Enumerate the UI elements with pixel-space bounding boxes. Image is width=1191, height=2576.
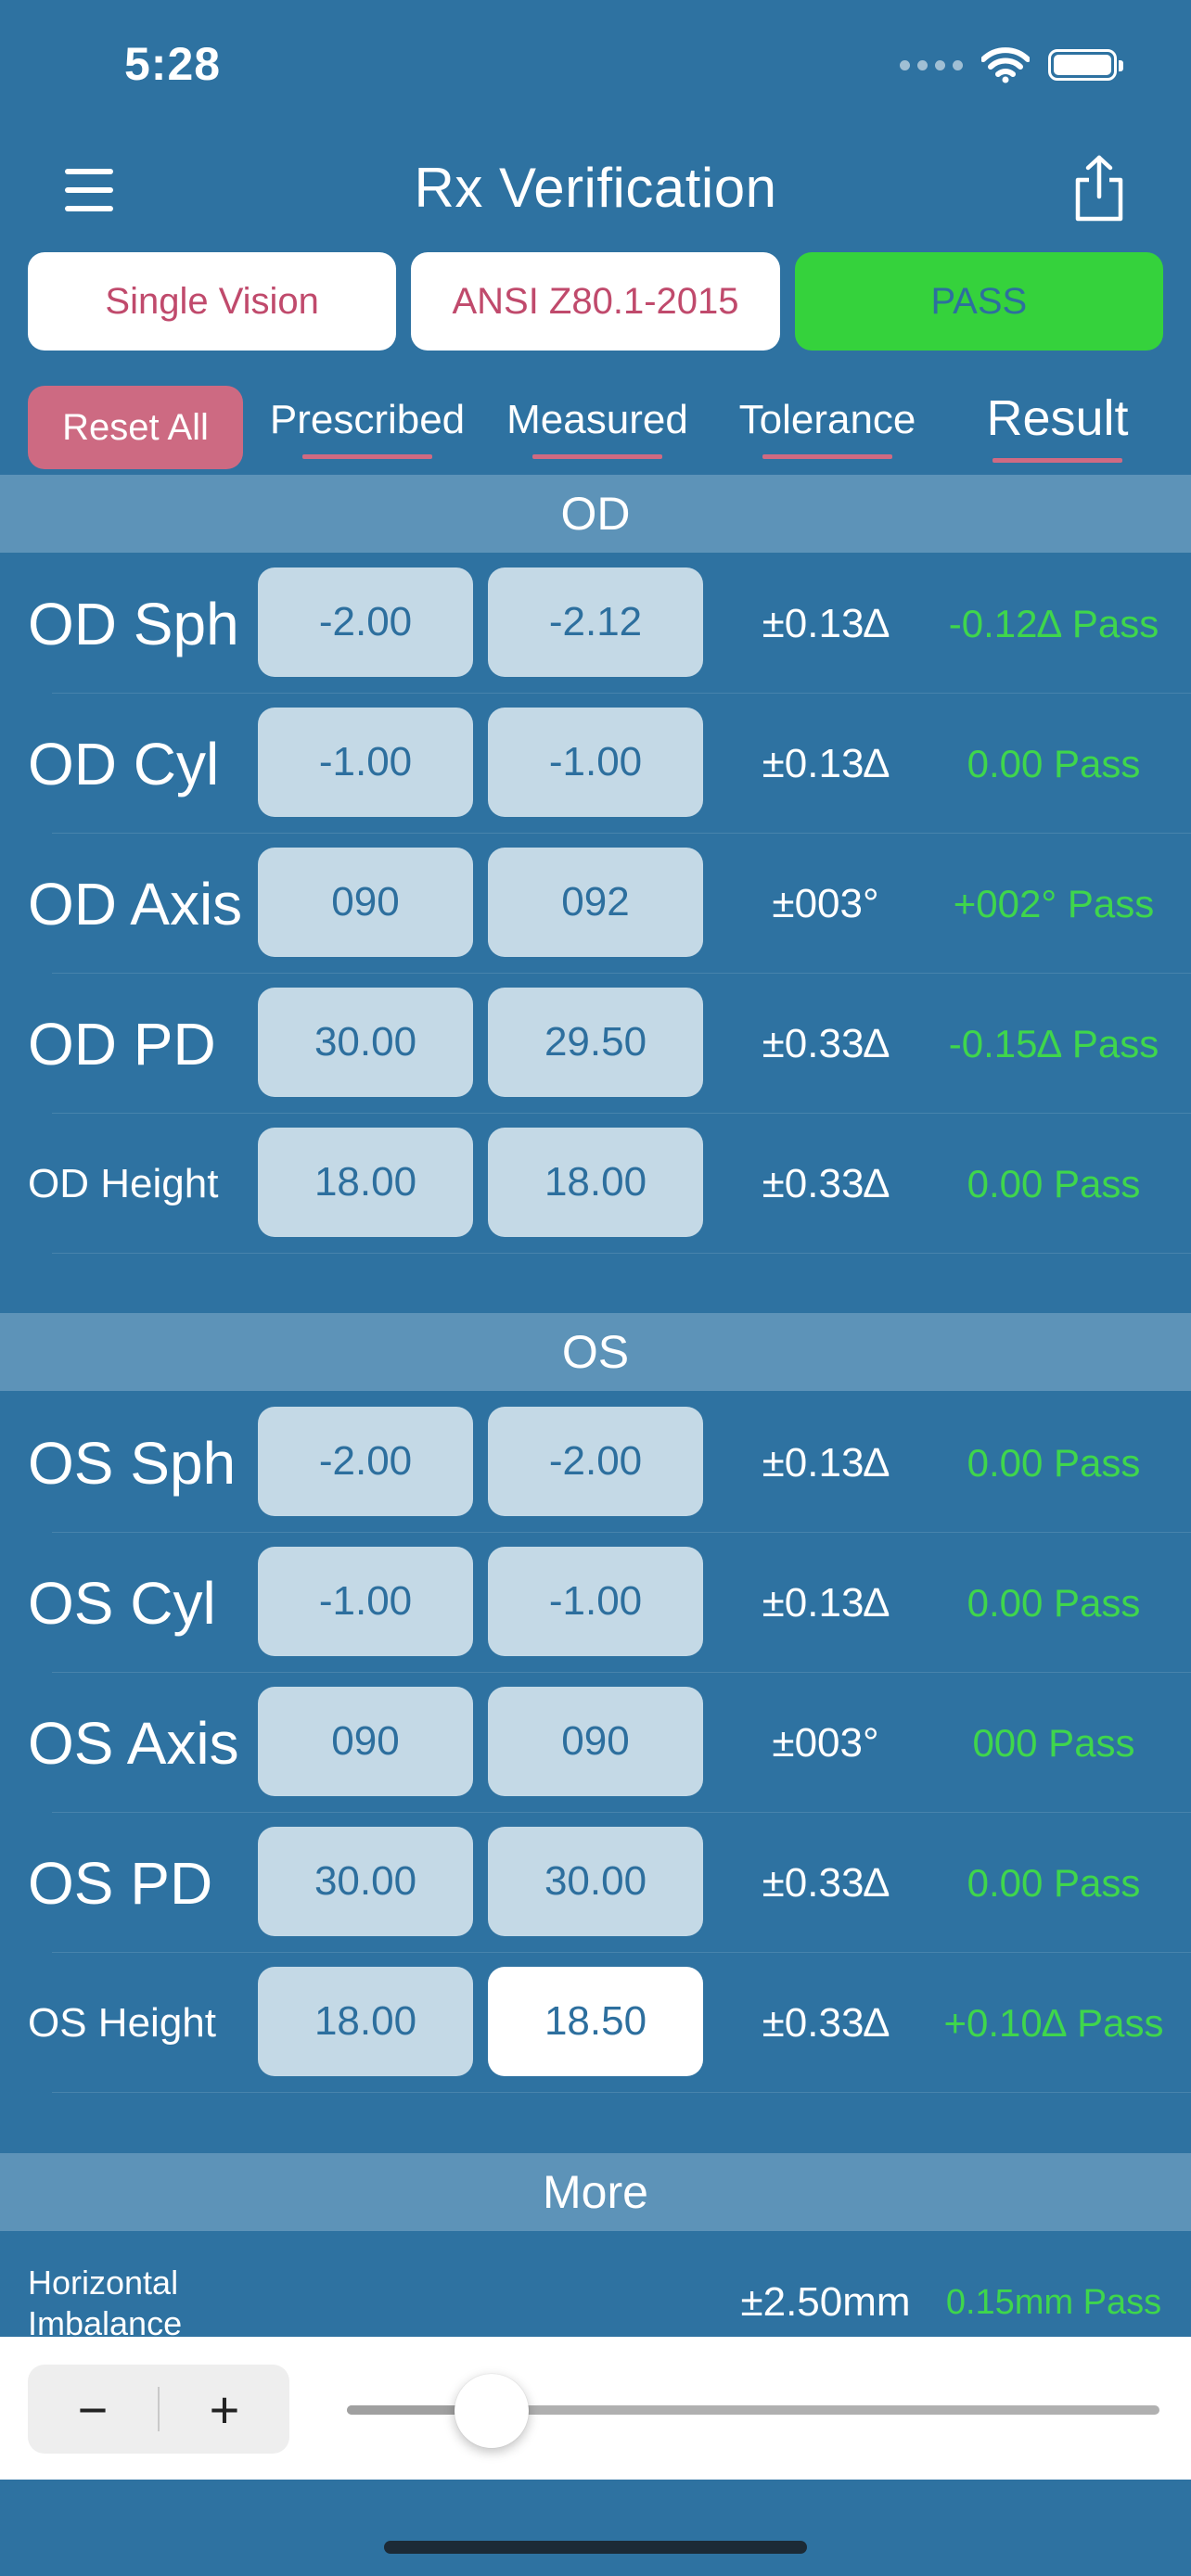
prescribed-field[interactable]: -1.00 xyxy=(258,1547,473,1656)
os-sph-row: OS Sph -2.00 -2.00 ±0.13∆ 0.00 Pass xyxy=(0,1394,1191,1533)
measured-field[interactable]: 090 xyxy=(488,1687,703,1796)
status-bar: 5:28 xyxy=(0,0,1191,139)
tolerance-value: ±0.13∆ xyxy=(762,741,890,786)
result-value: 0.00 Pass xyxy=(967,1441,1141,1485)
prescribed-field[interactable]: -2.00 xyxy=(258,567,473,677)
result-value: 0.15mm Pass xyxy=(945,2283,1162,2322)
tolerance-value: ±003° xyxy=(772,1720,879,1766)
prescribed-field[interactable]: 090 xyxy=(258,848,473,957)
measured-field[interactable]: 29.50 xyxy=(488,988,703,1097)
battery-icon xyxy=(1048,49,1123,81)
tolerance-value: ±0.33∆ xyxy=(762,1021,890,1066)
measured-field[interactable]: -2.12 xyxy=(488,567,703,677)
row-label: OS Axis xyxy=(28,1710,239,1777)
tolerance-value: ±0.13∆ xyxy=(762,1440,890,1486)
wifi-icon xyxy=(981,47,1030,83)
result-value: +0.10∆ Pass xyxy=(943,2001,1164,2045)
horizontal-imbalance-row: Horizontal Imbalance ±2.50mm 0.15mm Pass xyxy=(0,2253,1191,2342)
row-label: OD Height xyxy=(28,1161,219,1206)
tolerance-value: ±003° xyxy=(772,881,879,926)
od-cyl-row: OD Cyl -1.00 -1.00 ±0.13∆ 0.00 Pass xyxy=(0,695,1191,834)
measured-field[interactable]: -2.00 xyxy=(488,1407,703,1516)
home-indicator xyxy=(384,2541,807,2554)
summary-buttons: Single Vision ANSI Z80.1-2015 PASS xyxy=(28,252,1163,351)
row-label: OS PD xyxy=(28,1850,213,1917)
row-label: OS Sph xyxy=(28,1430,237,1497)
tolerance-value: ±0.13∆ xyxy=(762,1580,890,1626)
os-height-row: OS Height 18.00 18.50 ±0.33∆ +0.10∆ Pass xyxy=(0,1954,1191,2093)
header-result: Result xyxy=(952,389,1163,463)
measured-field[interactable]: 18.00 xyxy=(488,1128,703,1237)
os-pd-row: OS PD 30.00 30.00 ±0.33∆ 0.00 Pass xyxy=(0,1814,1191,1953)
tolerance-value: ±2.50mm xyxy=(740,2279,911,2325)
prescribed-field[interactable]: -1.00 xyxy=(258,708,473,817)
result-value: -0.12∆ Pass xyxy=(948,602,1159,645)
measured-field[interactable]: -1.00 xyxy=(488,1547,703,1656)
value-slider-thumb[interactable] xyxy=(454,2374,529,2448)
tolerance-value: ±0.33∆ xyxy=(762,2000,890,2046)
os-axis-row: OS Axis 090 090 ±003° 000 Pass xyxy=(0,1674,1191,1813)
reset-all-button[interactable]: Reset All xyxy=(28,386,243,469)
os-cyl-row: OS Cyl -1.00 -1.00 ±0.13∆ 0.00 Pass xyxy=(0,1534,1191,1673)
measured-field-active[interactable]: 18.50 xyxy=(488,1967,703,2076)
status-icons xyxy=(900,46,1123,83)
od-height-row: OD Height 18.00 18.00 ±0.33∆ 0.00 Pass xyxy=(0,1115,1191,1254)
result-value: 0.00 Pass xyxy=(967,1581,1141,1625)
row-label: OD Cyl xyxy=(28,731,220,797)
result-value: -0.15∆ Pass xyxy=(948,1022,1159,1065)
header-measured: Measured xyxy=(492,397,703,459)
tolerance-value: ±0.13∆ xyxy=(762,601,890,646)
section-header-more: More xyxy=(0,2153,1191,2231)
cellular-signal-icon xyxy=(900,59,963,70)
tolerance-value: ±0.33∆ xyxy=(762,1161,890,1206)
value-stepper: − + xyxy=(28,2365,289,2454)
row-label: OS Height xyxy=(28,2000,216,2046)
prescribed-field[interactable]: -2.00 xyxy=(258,1407,473,1516)
lens-type-button[interactable]: Single Vision xyxy=(28,252,397,351)
result-value: 0.00 Pass xyxy=(967,1162,1141,1205)
measured-field[interactable]: -1.00 xyxy=(488,708,703,817)
prescribed-field[interactable]: 090 xyxy=(258,1687,473,1796)
decrement-button[interactable]: − xyxy=(28,2365,158,2454)
header-prescribed: Prescribed xyxy=(262,397,473,459)
status-time: 5:28 xyxy=(124,38,222,90)
prescribed-field[interactable]: 30.00 xyxy=(258,988,473,1097)
od-pd-row: OD PD 30.00 29.50 ±0.33∆ -0.15∆ Pass xyxy=(0,975,1191,1114)
prescribed-field[interactable]: 30.00 xyxy=(258,1827,473,1936)
od-axis-row: OD Axis 090 092 ±003° +002° Pass xyxy=(0,835,1191,974)
measured-field[interactable]: 30.00 xyxy=(488,1827,703,1936)
row-label: OD Sph xyxy=(28,591,239,657)
row-label: OD Axis xyxy=(28,871,243,937)
row-label: OS Cyl xyxy=(28,1570,216,1637)
section-header-od: OD xyxy=(0,475,1191,553)
navigation-bar: Rx Verification xyxy=(0,148,1191,232)
input-accessory-bar: − + xyxy=(0,2337,1191,2480)
result-value: +002° Pass xyxy=(953,882,1155,925)
standard-button[interactable]: ANSI Z80.1-2015 xyxy=(411,252,780,351)
result-value: 000 Pass xyxy=(972,1721,1135,1765)
measured-field[interactable]: 092 xyxy=(488,848,703,957)
share-icon[interactable] xyxy=(1070,154,1128,224)
prescribed-field[interactable]: 18.00 xyxy=(258,1128,473,1237)
header-tolerance: Tolerance xyxy=(722,397,933,459)
page-title: Rx Verification xyxy=(414,157,777,219)
row-label: Horizontal Imbalance xyxy=(28,2264,183,2342)
od-sph-row: OD Sph -2.00 -2.12 ±0.13∆ -0.12∆ Pass xyxy=(0,555,1191,694)
increment-button[interactable]: + xyxy=(160,2365,289,2454)
tolerance-value: ±0.33∆ xyxy=(762,1860,890,1906)
prescribed-field[interactable]: 18.00 xyxy=(258,1967,473,2076)
row-label: OD PD xyxy=(28,1011,216,1078)
section-header-os: OS xyxy=(0,1313,1191,1391)
result-value: 0.00 Pass xyxy=(967,742,1141,785)
overall-status-badge[interactable]: PASS xyxy=(794,252,1163,351)
result-value: 0.00 Pass xyxy=(967,1861,1141,1905)
column-header-row: Reset All Prescribed Measured Tolerance … xyxy=(28,386,1163,469)
